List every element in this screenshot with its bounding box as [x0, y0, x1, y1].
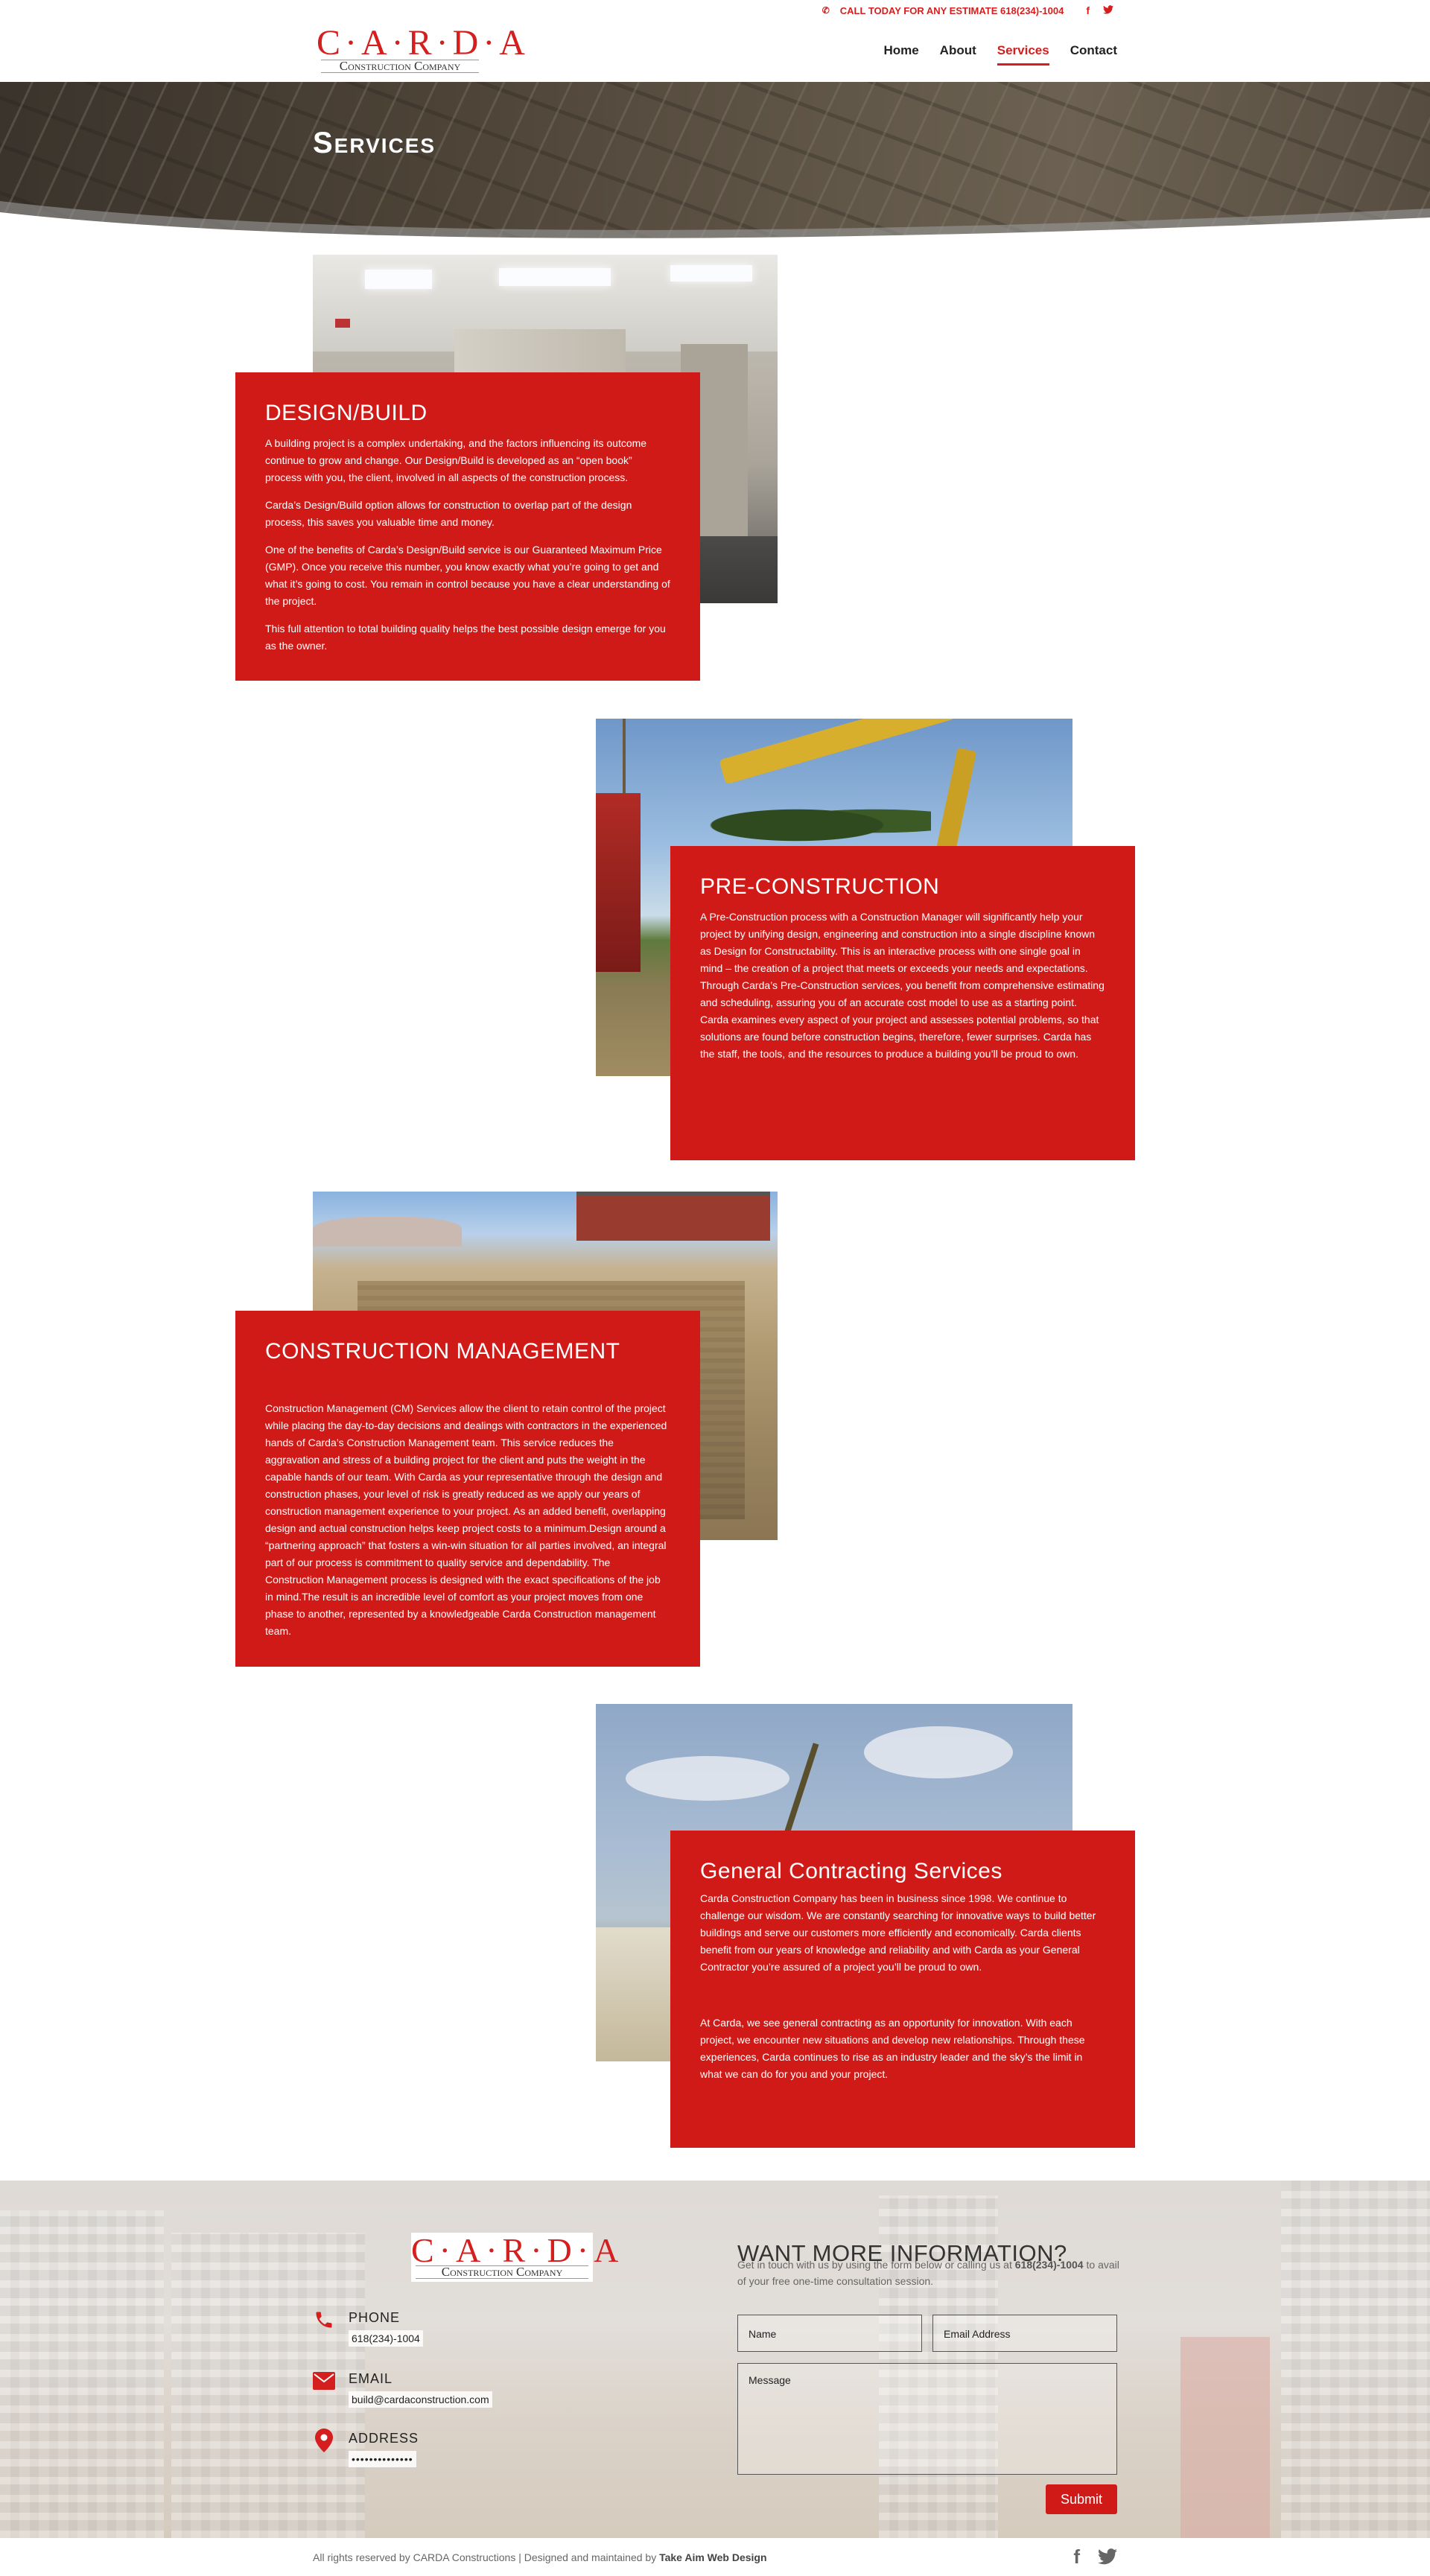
phone-label: PHONE: [349, 2310, 401, 2325]
address-value: ••••••••••••••: [349, 2451, 416, 2467]
general-contracting-paragraph: Carda Construction Company has been in b…: [700, 1892, 1096, 1973]
email-value[interactable]: build@cardaconstruction.com: [349, 2391, 492, 2408]
email-icon: [313, 2370, 335, 2392]
intro-phone-link[interactable]: 618(234)-1004: [1015, 2259, 1084, 2271]
nav-contact[interactable]: Contact: [1070, 43, 1117, 64]
pre-construction-card: PRE-CONSTRUCTION A Pre-Construction proc…: [670, 846, 1135, 1160]
facebook-icon[interactable]: f: [1086, 4, 1090, 16]
footer-logo[interactable]: C·A·R·D·A Construction Company: [411, 2231, 624, 2282]
location-pin-icon: [313, 2429, 335, 2452]
nav-about[interactable]: About: [940, 43, 976, 64]
contact-address: ADDRESS ••••••••••••••: [313, 2429, 419, 2467]
hero-banner: Services: [0, 82, 1430, 238]
copyright-text: All rights reserved by CARDA Constructio…: [313, 2551, 767, 2563]
pre-construction-paragraph: A Pre-Construction process with a Constr…: [700, 911, 1095, 974]
top-call-bar: ✆ CALL TODAY FOR ANY ESTIMATE 618(234)-1…: [822, 4, 1113, 16]
design-build-paragraph: This full attention to total building qu…: [265, 623, 666, 652]
contact-email: EMAIL build@cardaconstruction.com: [313, 2370, 492, 2408]
footer-logo-title: C·A·R·D·A: [411, 2231, 624, 2269]
phone-icon: [313, 2309, 335, 2331]
contact-form-intro: Get in touch with us by using the form b…: [737, 2259, 1119, 2287]
address-label: ADDRESS: [349, 2431, 419, 2446]
phone-icon: ✆: [822, 5, 830, 16]
page-title: Services: [313, 127, 436, 159]
footer-social: f: [1073, 2545, 1117, 2570]
twitter-icon[interactable]: [1103, 4, 1113, 16]
submit-button[interactable]: Submit: [1046, 2484, 1117, 2514]
designer-link[interactable]: Take Aim Web Design: [659, 2551, 766, 2563]
design-build-paragraph: A building project is a complex undertak…: [265, 437, 647, 483]
logo-title: C·A·R·D·A: [317, 23, 530, 63]
nav-home[interactable]: Home: [883, 43, 918, 64]
pre-construction-paragraph: Through Carda’s Pre-Construction service…: [700, 979, 1105, 1060]
construction-management-card: CONSTRUCTION MANAGEMENT Construction Man…: [235, 1311, 700, 1667]
main-nav: Home About Services Contact: [883, 43, 1117, 66]
nav-services[interactable]: Services: [997, 43, 1049, 66]
facebook-icon[interactable]: f: [1073, 2545, 1080, 2570]
construction-management-title: CONSTRUCTION MANAGEMENT: [265, 1339, 620, 1364]
phone-value[interactable]: 618(234)-1004: [349, 2330, 423, 2347]
email-input[interactable]: Email Address: [932, 2315, 1117, 2352]
general-contracting-paragraph: At Carda, we see general contracting as …: [700, 2017, 1085, 2080]
design-build-paragraph: Carda’s Design/Build option allows for c…: [265, 499, 632, 528]
logo-subtitle: Construction Company: [321, 60, 479, 73]
message-textarea[interactable]: Message: [737, 2363, 1117, 2475]
general-contracting-title: General Contracting Services: [700, 1859, 1002, 1883]
pre-construction-title: PRE-CONSTRUCTION: [700, 874, 940, 899]
contact-phone: PHONE 618(234)-1004: [313, 2309, 423, 2347]
site-logo[interactable]: C·A·R·D·A Construction Company: [317, 23, 530, 74]
design-build-title: DESIGN/BUILD: [265, 401, 428, 425]
design-build-paragraph: One of the benefits of Carda’s Design/Bu…: [265, 544, 670, 607]
hero-wave-divider: [0, 201, 1430, 238]
email-label: EMAIL: [349, 2371, 393, 2386]
construction-management-paragraph: Construction Management (CM) Services al…: [265, 1402, 667, 1637]
twitter-icon[interactable]: [1098, 2545, 1117, 2570]
footer-bottom-bar: All rights reserved by CARDA Constructio…: [0, 2538, 1430, 2576]
call-to-action-text[interactable]: CALL TODAY FOR ANY ESTIMATE 618(234)-100…: [840, 5, 1064, 16]
name-input[interactable]: Name: [737, 2315, 922, 2352]
footer-logo-subtitle: Construction Company: [416, 2265, 588, 2279]
design-build-card: DESIGN/BUILD A building project is a com…: [235, 372, 700, 681]
contact-section: C·A·R·D·A Construction Company PHONE 618…: [0, 2181, 1430, 2538]
site-header: ✆ CALL TODAY FOR ANY ESTIMATE 618(234)-1…: [0, 0, 1430, 82]
general-contracting-card: General Contracting Services Carda Const…: [670, 1831, 1135, 2148]
